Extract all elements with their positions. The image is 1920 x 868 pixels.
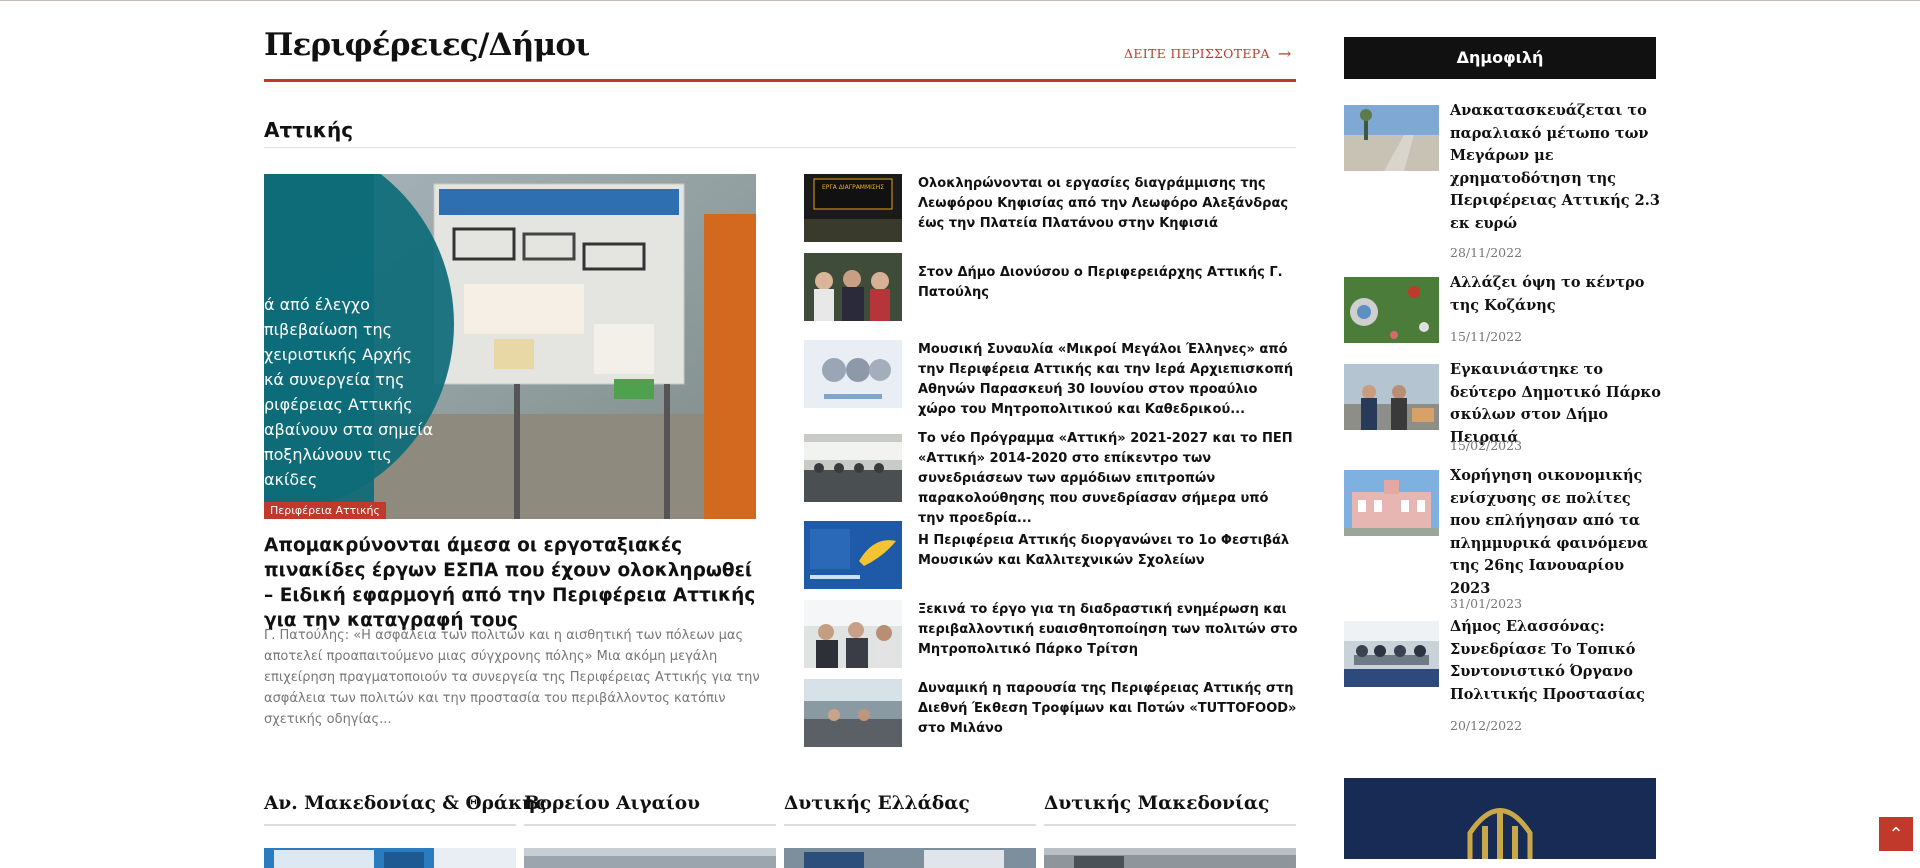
popular-title[interactable]: Δήμος Ελασσόνας: Συνεδρίασε Το Τοπικό Συ… — [1450, 616, 1662, 706]
list-item-title[interactable]: Ξεκινά το έργο για τη διαδραστική ενημέρ… — [918, 600, 1298, 660]
category-image[interactable] — [784, 848, 1036, 868]
list-item-title[interactable]: Ολοκληρώνονται οι εργασίες διαγράμμισης … — [918, 174, 1298, 234]
category-divider — [524, 824, 776, 826]
arrow-right-icon[interactable]: → — [1278, 44, 1292, 63]
category-title[interactable]: Αν. Μακεδονίας & Θράκης — [264, 793, 547, 814]
chevron-up-icon[interactable]: ⌃ — [1888, 824, 1903, 845]
list-item-title[interactable]: Δυναμική η παρουσία της Περιφέρειας Αττι… — [918, 679, 1298, 739]
popular-thumbnail[interactable] — [1344, 470, 1439, 536]
category-divider — [1044, 824, 1296, 826]
list-item-title[interactable]: Η Περιφέρεια Αττικής διοργανώνει το 1ο Φ… — [918, 531, 1298, 571]
list-thumbnail[interactable] — [804, 600, 902, 668]
category-divider — [264, 824, 516, 826]
popular-thumbnail[interactable] — [1344, 621, 1439, 687]
category-image[interactable] — [1044, 848, 1296, 868]
category-block[interactable]: Βορείου Αιγαίου — [524, 793, 776, 868]
see-more-link[interactable]: ΔΕΙΤΕ ΠΕΡΙΣΣΟΤΕΡΑ → — [1124, 44, 1292, 63]
image-text-line: αβαίνουν στα σημεία — [264, 420, 434, 439]
image-text-line: πιβεβαίωση της — [264, 320, 393, 339]
popular-thumbnail[interactable] — [1344, 277, 1439, 343]
subsection-title[interactable]: Αττικής — [264, 118, 353, 142]
see-more-label[interactable]: ΔΕΙΤΕ ΠΕΡΙΣΣΟΤΕΡΑ — [1124, 46, 1270, 61]
popular-date: 31/01/2023 — [1450, 596, 1523, 611]
image-text-line: ποξηλώνουν τις — [264, 445, 392, 464]
category-image[interactable] — [264, 848, 516, 868]
popular-heading: Δημοφιλή — [1344, 37, 1656, 79]
popular-title[interactable]: Χορήγηση οικονομικής ενίσχυσης σε πολίτε… — [1450, 465, 1662, 600]
list-item-title[interactable]: Στον Δήμο Διονύσου ο Περιφερειάρχης Αττι… — [918, 263, 1298, 303]
list-item-title[interactable]: Το νέο Πρόγραμμα «Αττική» 2021-2027 και … — [918, 429, 1298, 529]
category-title[interactable]: Βορείου Αιγαίου — [524, 793, 776, 814]
image-text-line: ριφέρειας Αττικής — [264, 395, 413, 414]
image-text-line: ακίδες — [264, 470, 318, 489]
thumb-caption: ΕΡΓΑ ΔΙΑΓΡΑΜΜΙΣΗΣ — [821, 184, 885, 191]
popular-date: 20/12/2022 — [1450, 718, 1523, 733]
image-text-line: ά από έλεγχο — [264, 295, 370, 314]
popular-date: 15/02/2023 — [1450, 438, 1523, 453]
list-thumbnail[interactable] — [804, 434, 902, 502]
category-block[interactable]: Δυτικής Ελλάδας — [784, 793, 1036, 868]
category-divider — [784, 824, 1036, 826]
popular-date: 28/11/2022 — [1450, 245, 1523, 260]
subsection-divider — [264, 147, 1296, 148]
featured-title[interactable]: Απομακρύνονται άμεσα οι εργοταξιακές πιν… — [264, 533, 764, 633]
section-divider — [264, 79, 1296, 82]
list-item-title[interactable]: Μουσική Συναυλία «Μικροί Μεγάλοι Έλληνες… — [918, 340, 1298, 420]
list-thumbnail[interactable] — [804, 253, 902, 321]
category-image[interactable] — [524, 848, 776, 868]
list-thumbnail[interactable] — [804, 679, 902, 747]
featured-image[interactable]: ά από έλεγχο πιβεβαίωση της χειριστικής … — [264, 174, 756, 519]
section-title[interactable]: Περιφέρειες/Δήμοι — [264, 27, 590, 63]
featured-image-text: ά από έλεγχο πιβεβαίωση της χειριστικής … — [264, 292, 433, 492]
sidebar-banner[interactable] — [1344, 778, 1656, 859]
top-border — [0, 0, 1920, 1]
category-title[interactable]: Δυτικής Ελλάδας — [784, 793, 1036, 814]
list-thumbnail[interactable] — [804, 521, 902, 589]
category-block[interactable]: Δυτικής Μακεδονίας — [1044, 793, 1296, 868]
popular-date: 15/11/2022 — [1450, 329, 1523, 344]
category-badge[interactable]: Περιφέρεια Αττικής — [264, 502, 386, 519]
popular-thumbnail[interactable] — [1344, 105, 1439, 171]
popular-title[interactable]: Ανακατασκευάζεται το παραλιακό μέτωπο τω… — [1450, 100, 1662, 235]
list-thumbnail[interactable] — [804, 340, 902, 408]
popular-title[interactable]: Εγκαινιάστηκε το δεύτερο Δημοτικό Πάρκο … — [1450, 359, 1662, 449]
popular-thumbnail[interactable] — [1344, 364, 1439, 430]
image-text-line: κά συνεργεία της — [264, 370, 405, 389]
featured-excerpt: Γ. Πατούλης: «Η ασφάλεια των πολιτών και… — [264, 628, 760, 727]
popular-title[interactable]: Αλλάζει όψη το κέντρο της Κοζάνης — [1450, 272, 1662, 317]
category-title[interactable]: Δυτικής Μακεδονίας — [1044, 793, 1296, 814]
list-thumbnail[interactable]: ΕΡΓΑ ΔΙΑΓΡΑΜΜΙΣΗΣ — [804, 174, 902, 242]
image-text-line: χειριστικής Αρχής — [264, 345, 412, 364]
category-block[interactable]: Αν. Μακεδονίας & Θράκης — [264, 793, 547, 868]
scroll-to-top-button[interactable]: ⌃ — [1877, 815, 1915, 853]
